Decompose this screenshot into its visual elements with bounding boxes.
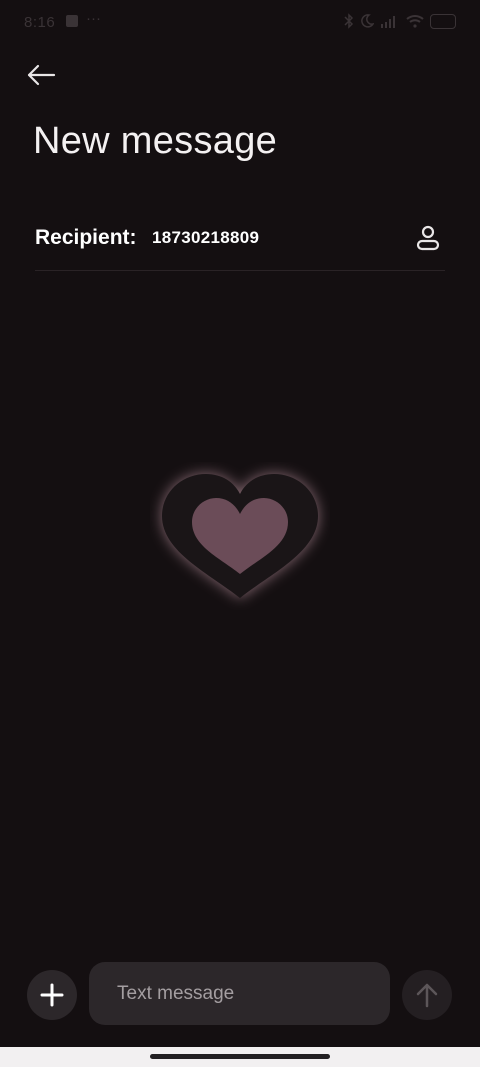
- status-bar: 8:16 ···: [0, 0, 480, 46]
- send-button[interactable]: [402, 970, 452, 1020]
- text-message-input[interactable]: [89, 962, 390, 1025]
- home-indicator[interactable]: [150, 1054, 330, 1059]
- recipient-input[interactable]: 18730218809: [152, 228, 259, 248]
- recipient-row[interactable]: Recipient: 18730218809: [35, 214, 445, 271]
- page-title: New message: [33, 120, 278, 162]
- message-composer: [27, 962, 453, 1025]
- person-icon: [416, 225, 440, 251]
- navigation-bar: [0, 1047, 480, 1067]
- notification-icon: [66, 15, 78, 27]
- arrow-left-icon: [27, 64, 56, 86]
- battery-icon: [430, 13, 456, 29]
- more-notifications-icon: ···: [86, 10, 101, 27]
- bluetooth-icon: [344, 13, 354, 29]
- status-time: 8:16: [24, 14, 56, 31]
- contact-picker-button[interactable]: [413, 222, 443, 254]
- empty-state-heart: [150, 462, 330, 612]
- plus-icon: [40, 983, 64, 1007]
- add-attachment-button[interactable]: [27, 970, 77, 1020]
- arrow-up-icon: [416, 983, 438, 1008]
- signal-icon: [381, 16, 395, 28]
- wifi-icon: [406, 15, 424, 28]
- back-button[interactable]: [22, 58, 60, 92]
- moon-icon: [361, 14, 374, 28]
- recipient-label: Recipient:: [35, 226, 137, 249]
- status-icons: [344, 13, 456, 29]
- heart-icon: [162, 474, 318, 598]
